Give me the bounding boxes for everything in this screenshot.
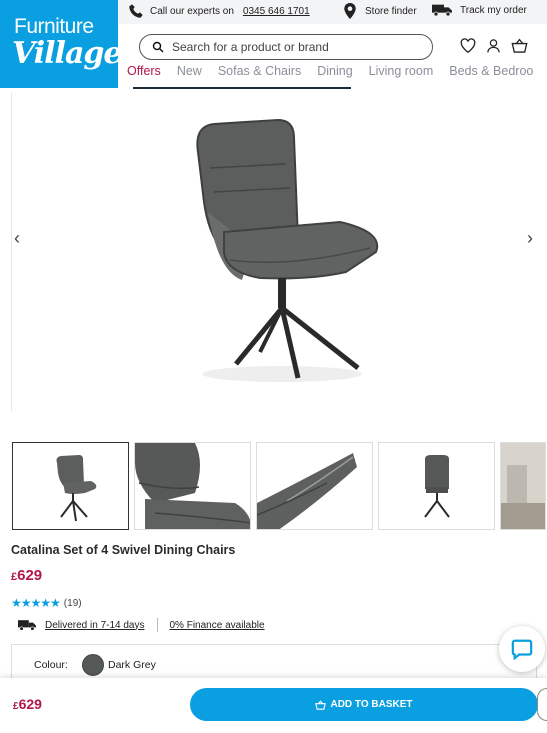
basket-icon [315,699,327,710]
sticky-price-value: 629 [18,696,42,712]
nav-scroll-indicator [133,87,351,89]
delivery-truck-icon [432,4,452,17]
phone-link[interactable]: 0345 646 1701 [243,6,310,17]
category-nav: Offers New Sofas & Chairs Dining Living … [127,64,547,88]
nav-item-living-room[interactable]: Living room [369,64,434,88]
user-icon[interactable] [486,38,501,53]
sticky-price: £629 [13,696,42,712]
call-text: Call our experts on [150,5,234,17]
delivery-link[interactable]: Delivered in 7-14 days [45,620,145,631]
price-value: 629 [17,567,43,584]
location-pin-icon [344,3,356,19]
heart-icon[interactable] [460,38,476,53]
secondary-button-edge[interactable] [537,688,547,721]
chat-button[interactable] [499,626,545,672]
chevron-right-icon[interactable]: › [527,228,533,249]
add-to-basket-label: ADD TO BASKET [330,699,413,710]
thumbnail-1[interactable] [12,442,129,530]
delivery-info: Delivered in 7-14 days 0% Finance availa… [17,618,265,632]
track-order-label: Track my order [460,4,527,16]
rating[interactable]: ★★★★★ (19) [11,596,82,610]
thumbnail-5[interactable] [500,442,546,530]
top-bar: Call our experts on 0345 646 1701 Store … [118,0,547,24]
basket-icon[interactable] [511,38,528,53]
thumbnail-4[interactable] [378,442,495,530]
nav-item-new[interactable]: New [177,64,202,88]
search-placeholder: Search for a product or brand [172,40,329,54]
add-to-basket-button[interactable]: ADD TO BASKET [190,688,538,721]
review-count: (19) [63,597,82,609]
nav-item-beds-bedroom[interactable]: Beds & Bedroo [449,64,533,88]
product-price: £629 [11,567,42,584]
logo-line2: Village [12,36,122,71]
store-finder-link[interactable]: Store finder [343,3,417,19]
nav-item-dining[interactable]: Dining [317,64,352,88]
product-title: Catalina Set of 4 Swivel Dining Chairs [11,543,236,557]
product-gallery: ‹ › [0,92,547,422]
logo[interactable]: Furniture Village [0,0,122,88]
product-image [196,118,379,382]
track-order-link[interactable]: Track my order [432,3,527,17]
thumbnail-3[interactable] [256,442,373,530]
colour-label: Colour: [34,659,68,671]
star-rating-icon: ★★★★★ [11,596,61,610]
chevron-left-icon[interactable]: ‹ [14,228,20,249]
search-input[interactable]: Search for a product or brand [139,34,433,60]
store-finder-label: Store finder [365,5,417,17]
sticky-basket-bar: £629 ADD TO BASKET [0,678,547,733]
divider [156,618,158,632]
nav-item-offers[interactable]: Offers [127,64,161,88]
thumbnail-strip [12,442,546,530]
search-icon [152,41,164,53]
nav-item-sofas-chairs[interactable]: Sofas & Chairs [218,64,301,88]
colour-swatch[interactable] [82,654,104,676]
call-experts: Call our experts on 0345 646 1701 [128,3,310,19]
phone-icon [129,4,143,18]
delivery-truck-icon [18,620,36,631]
chat-icon [511,639,533,660]
colour-value: Dark Grey [108,659,156,671]
finance-link[interactable]: 0% Finance available [170,620,265,631]
thumbnail-2[interactable] [134,442,251,530]
header-icons [460,38,528,53]
